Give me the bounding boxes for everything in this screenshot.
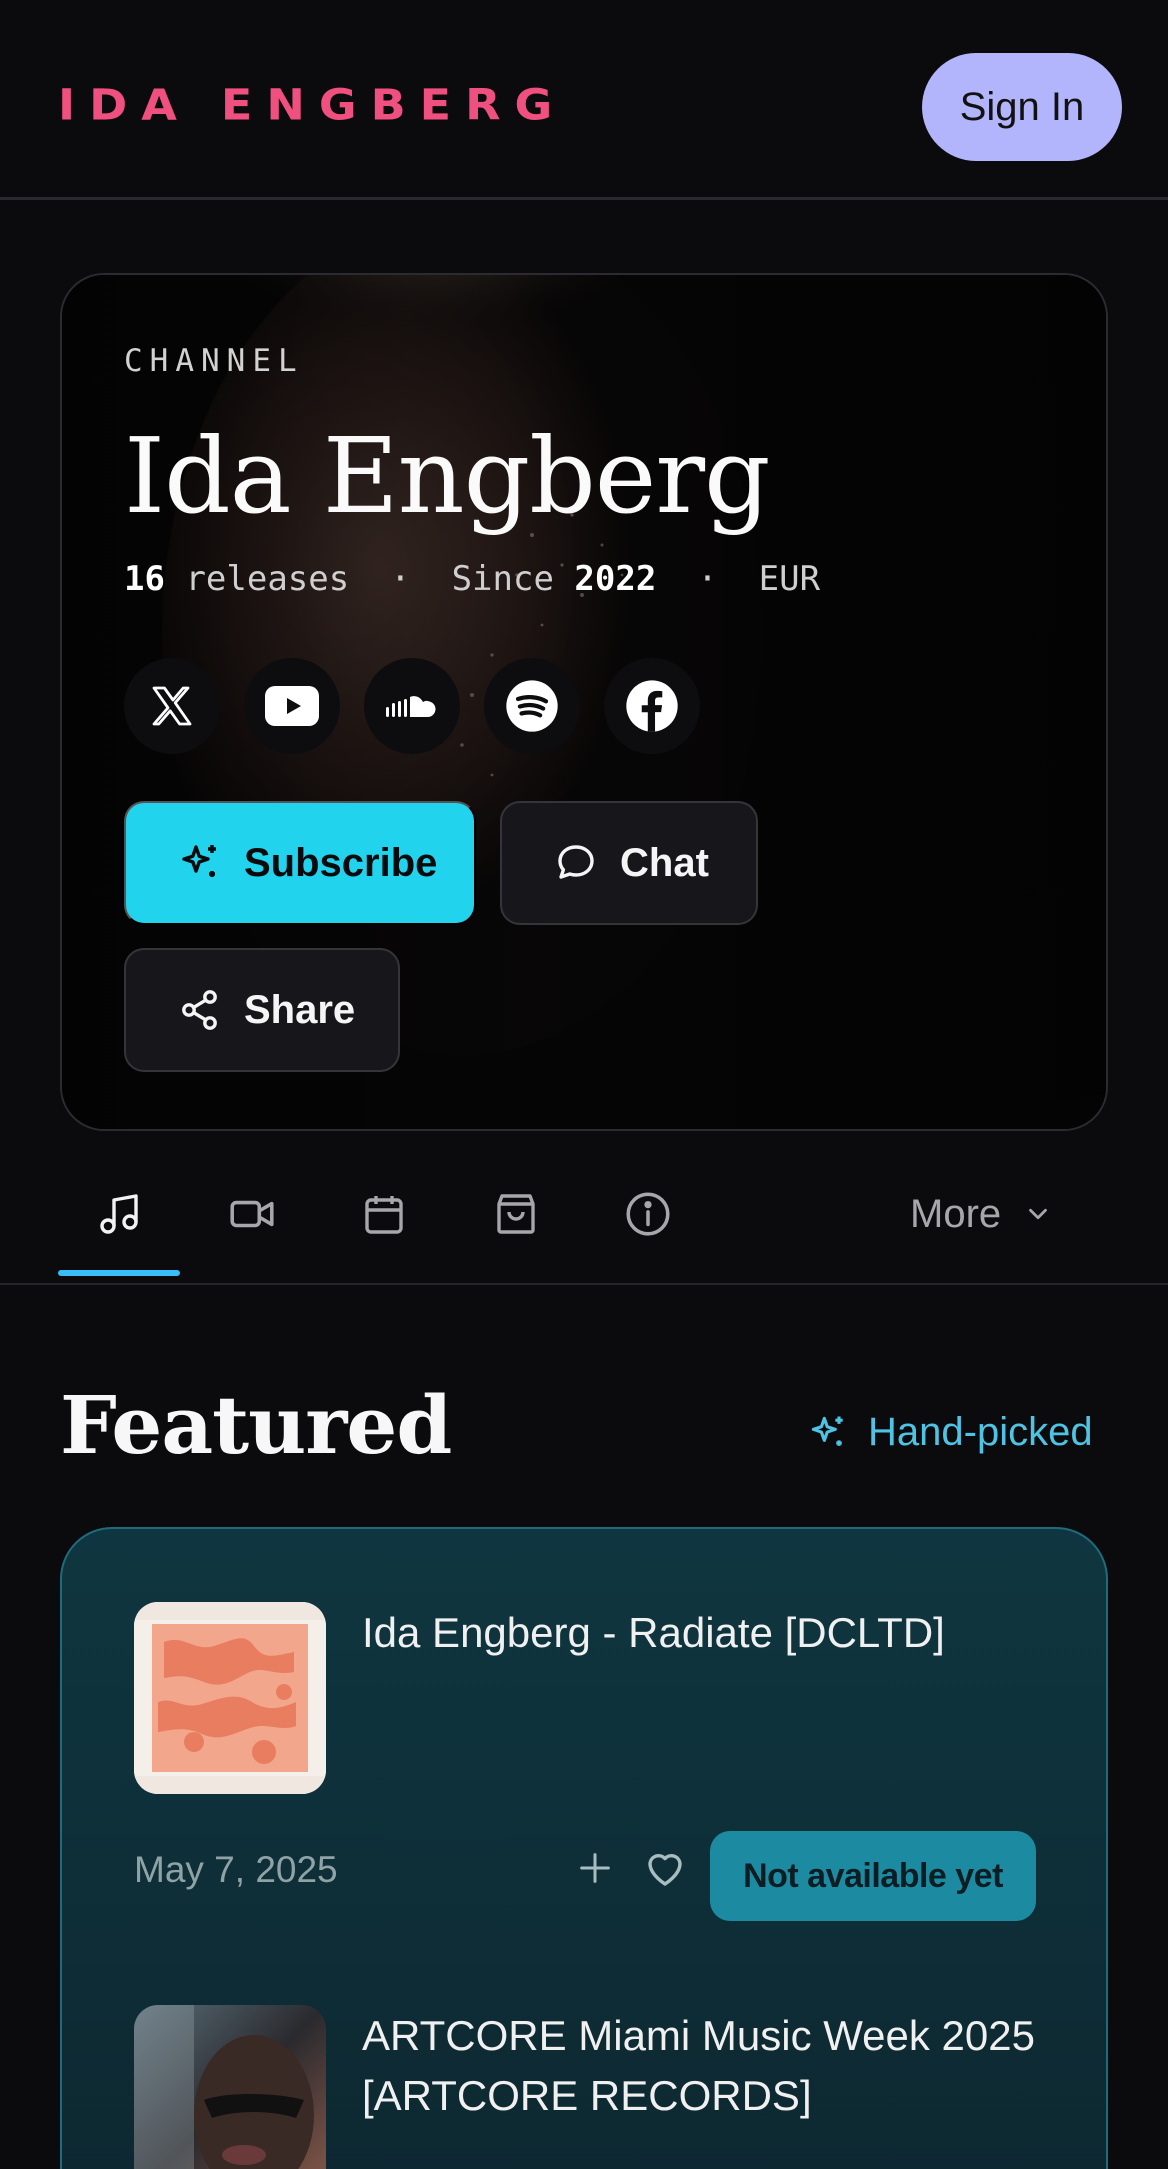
tab-videos[interactable] [220, 1182, 284, 1246]
availability-status-button[interactable]: Not available yet [710, 1831, 1036, 1921]
hand-picked-label: Hand-picked [868, 1410, 1093, 1454]
subscribe-button[interactable]: Subscribe [124, 801, 476, 925]
x-icon [152, 686, 192, 726]
since-year: 2022 [574, 559, 657, 599]
more-label: More [910, 1191, 1002, 1236]
spotify-link[interactable] [484, 658, 580, 754]
calendar-icon [365, 1196, 403, 1234]
soundcloud-icon [386, 696, 436, 717]
like-button[interactable] [636, 1841, 694, 1895]
featured-heading: Featured [60, 1378, 452, 1472]
cover-art-image [134, 1602, 326, 1794]
info-icon [626, 1192, 670, 1236]
share-icon [182, 990, 217, 1030]
channel-hero-card: CHANNEL Ida Engberg 16 releases · Since … [60, 273, 1108, 1131]
releases-count: 16 [124, 559, 165, 599]
chevron-down-icon [1029, 1208, 1048, 1220]
sparkles-icon [182, 845, 216, 877]
channel-tabs: More [0, 1160, 1168, 1285]
tab-shop[interactable] [484, 1182, 548, 1246]
channel-title: Ida Engberg [124, 415, 771, 537]
music-icon [100, 1194, 138, 1234]
hand-picked-badge: Hand-picked [806, 1410, 1093, 1455]
heart-icon [648, 1854, 682, 1886]
tab-info[interactable] [616, 1182, 680, 1246]
tab-events[interactable] [352, 1182, 416, 1246]
social-links [124, 658, 700, 754]
share-label: Share [244, 987, 356, 1032]
site-logo[interactable]: IDA ENGBERG [58, 80, 566, 130]
subscribe-label: Subscribe [244, 840, 438, 885]
releases-label: releases [185, 559, 350, 599]
shop-icon [497, 1194, 535, 1234]
active-tab-indicator [58, 1270, 180, 1276]
cover-art-image [134, 2005, 326, 2169]
add-to-collection-button[interactable] [568, 1841, 622, 1895]
more-tabs-button[interactable]: More [910, 1182, 1053, 1246]
facebook-icon [626, 680, 678, 732]
hero-content: CHANNEL Ida Engberg 16 releases · Since … [124, 275, 1066, 1129]
currency: EUR [758, 559, 821, 599]
release-cover-art[interactable] [134, 1602, 326, 1794]
share-button[interactable]: Share [124, 948, 400, 1072]
facebook-link[interactable] [604, 658, 700, 754]
youtube-icon [265, 686, 319, 726]
release-cover-art[interactable] [134, 2005, 326, 2169]
tab-music[interactable] [88, 1182, 152, 1246]
sparkles-icon [811, 1416, 843, 1446]
plus-icon [580, 1853, 610, 1883]
chat-button[interactable]: Chat [500, 801, 758, 925]
chat-bubble-icon [558, 845, 594, 879]
youtube-link[interactable] [244, 658, 340, 754]
since-label: Since [451, 559, 554, 599]
featured-card: Ida Engberg - Radiate [DCLTD] May 7, 202… [60, 1527, 1108, 2169]
release-title[interactable]: ARTCORE Miami Music Week 2025 [ARTCORE R… [362, 2006, 1062, 2126]
soundcloud-link[interactable] [364, 658, 460, 754]
channel-meta: 16 releases · Since 2022 · EUR [124, 559, 821, 599]
spotify-icon [506, 680, 558, 732]
top-bar: IDA ENGBERG Sign In [0, 0, 1168, 200]
video-icon [230, 1200, 274, 1228]
sign-in-button[interactable]: Sign In [922, 53, 1122, 161]
release-title[interactable]: Ida Engberg - Radiate [DCLTD] [362, 1603, 1062, 1663]
x-link[interactable] [124, 658, 220, 754]
release-date: May 7, 2025 [134, 1849, 338, 1890]
channel-eyebrow: CHANNEL [124, 343, 304, 379]
chat-label: Chat [620, 840, 709, 885]
